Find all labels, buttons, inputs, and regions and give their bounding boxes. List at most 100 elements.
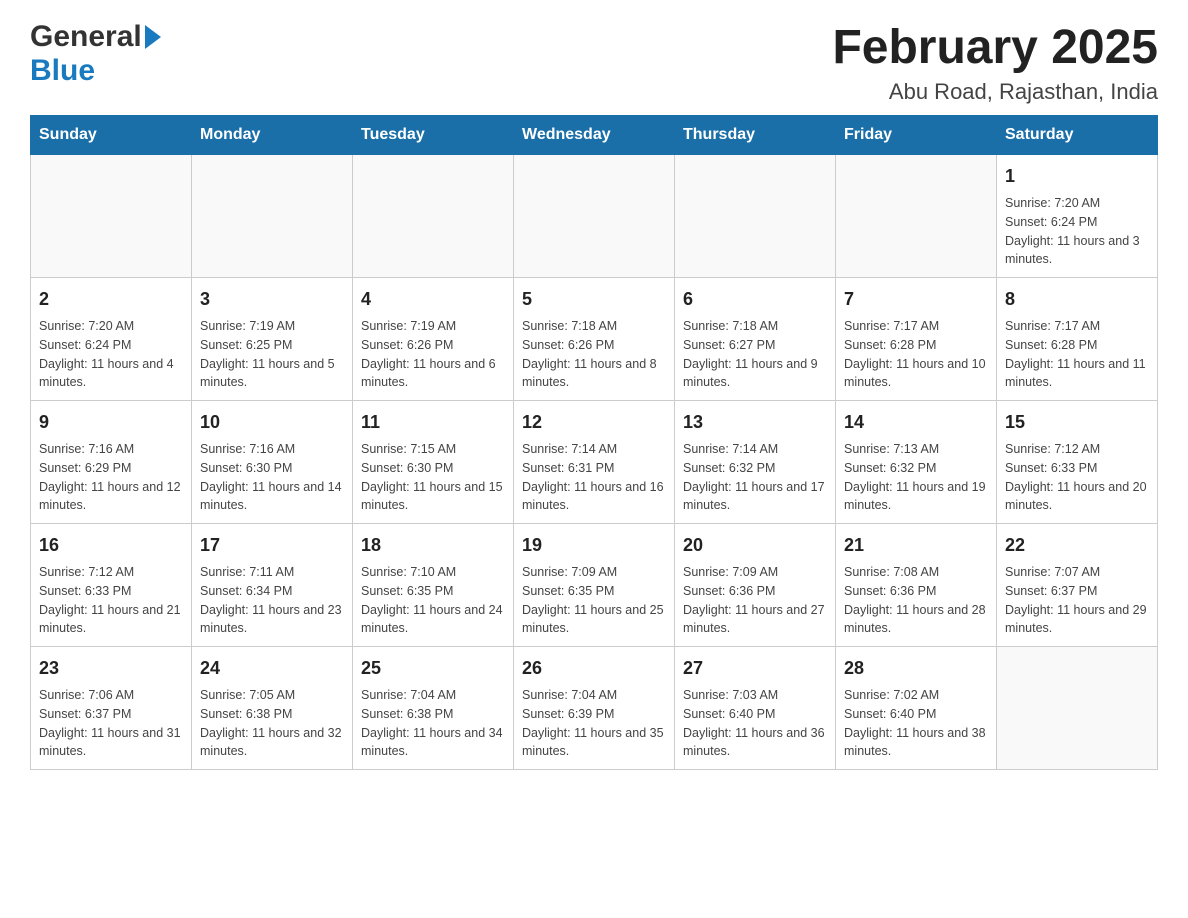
calendar-day: 12 Sunrise: 7:14 AMSunset: 6:31 PMDayligh…	[514, 401, 675, 524]
logo-blue-text: Blue	[30, 54, 95, 88]
day-number: 17	[200, 532, 344, 559]
calendar-day: 14 Sunrise: 7:13 AMSunset: 6:32 PMDayligh…	[836, 401, 997, 524]
day-info: Sunrise: 7:03 AMSunset: 6:40 PMDaylight:…	[683, 686, 827, 761]
logo-arrow-icon	[145, 25, 161, 49]
day-info: Sunrise: 7:20 AMSunset: 6:24 PMDaylight:…	[1005, 194, 1149, 269]
day-info: Sunrise: 7:14 AMSunset: 6:32 PMDaylight:…	[683, 440, 827, 515]
calendar-day: 18Sunrise: 7:10 AMSunset: 6:35 PMDayligh…	[353, 524, 514, 647]
day-header-wednesday: Wednesday	[514, 116, 675, 155]
day-number: 5	[522, 286, 666, 313]
day-info: Sunrise: 7:13 AMSunset: 6:32 PMDaylight:…	[844, 440, 988, 515]
calendar-day	[514, 155, 675, 278]
calendar-day	[353, 155, 514, 278]
day-number: 24	[200, 655, 344, 682]
calendar-day: 19 Sunrise: 7:09 AMSunset: 6:35 PMDayligh…	[514, 524, 675, 647]
day-info: Sunrise: 7:06 AMSunset: 6:37 PMDaylight:…	[39, 686, 183, 761]
day-info: Sunrise: 7:08 AMSunset: 6:36 PMDaylight:…	[844, 563, 988, 638]
calendar-day: 24 Sunrise: 7:05 AMSunset: 6:38 PMDayligh…	[192, 647, 353, 770]
calendar-day: 5 Sunrise: 7:18 AMSunset: 6:26 PMDaylight…	[514, 278, 675, 401]
calendar-day: 15Sunrise: 7:12 AMSunset: 6:33 PMDayligh…	[997, 401, 1158, 524]
day-number: 1	[1005, 163, 1149, 190]
day-number: 26	[522, 655, 666, 682]
day-number: 21	[844, 532, 988, 559]
day-info: Sunrise: 7:18 AMSunset: 6:26 PMDaylight:…	[522, 317, 666, 392]
day-info: Sunrise: 7:04 AMSunset: 6:38 PMDaylight:…	[361, 686, 505, 761]
day-info: Sunrise: 7:04 AMSunset: 6:39 PMDaylight:…	[522, 686, 666, 761]
day-number: 6	[683, 286, 827, 313]
day-number: 25	[361, 655, 505, 682]
calendar-day: 16 Sunrise: 7:12 AMSunset: 6:33 PMDayligh…	[31, 524, 192, 647]
day-info: Sunrise: 7:18 AMSunset: 6:27 PMDaylight:…	[683, 317, 827, 392]
calendar-header: SundayMondayTuesdayWednesdayThursdayFrid…	[31, 116, 1158, 155]
day-info: Sunrise: 7:14 AMSunset: 6:31 PMDaylight:…	[522, 440, 666, 515]
day-info: Sunrise: 7:12 AMSunset: 6:33 PMDaylight:…	[39, 563, 183, 638]
day-number: 19	[522, 532, 666, 559]
day-number: 12	[522, 409, 666, 436]
day-header-friday: Friday	[836, 116, 997, 155]
calendar-subtitle: Abu Road, Rajasthan, India	[832, 79, 1158, 105]
day-header-sunday: Sunday	[31, 116, 192, 155]
calendar-day: 26 Sunrise: 7:04 AMSunset: 6:39 PMDayligh…	[514, 647, 675, 770]
calendar-title: February 2025	[832, 20, 1158, 75]
calendar-day: 13 Sunrise: 7:14 AMSunset: 6:32 PMDayligh…	[675, 401, 836, 524]
calendar-day: 10Sunrise: 7:16 AMSunset: 6:30 PMDayligh…	[192, 401, 353, 524]
day-number: 28	[844, 655, 988, 682]
calendar-day: 22Sunrise: 7:07 AMSunset: 6:37 PMDayligh…	[997, 524, 1158, 647]
day-info: Sunrise: 7:11 AMSunset: 6:34 PMDaylight:…	[200, 563, 344, 638]
day-number: 9	[39, 409, 183, 436]
day-header-monday: Monday	[192, 116, 353, 155]
calendar-day: 17 Sunrise: 7:11 AMSunset: 6:34 PMDayligh…	[192, 524, 353, 647]
day-info: Sunrise: 7:09 AMSunset: 6:35 PMDaylight:…	[522, 563, 666, 638]
day-number: 16	[39, 532, 183, 559]
day-info: Sunrise: 7:17 AMSunset: 6:28 PMDaylight:…	[844, 317, 988, 392]
day-number: 20	[683, 532, 827, 559]
calendar-day	[997, 647, 1158, 770]
days-of-week-row: SundayMondayTuesdayWednesdayThursdayFrid…	[31, 116, 1158, 155]
logo-general-text: General	[30, 20, 142, 54]
calendar-day: 21 Sunrise: 7:08 AMSunset: 6:36 PMDayligh…	[836, 524, 997, 647]
calendar-day: 20 Sunrise: 7:09 AMSunset: 6:36 PMDayligh…	[675, 524, 836, 647]
week-row: 16 Sunrise: 7:12 AMSunset: 6:33 PMDayligh…	[31, 524, 1158, 647]
calendar-day	[836, 155, 997, 278]
day-info: Sunrise: 7:20 AMSunset: 6:24 PMDaylight:…	[39, 317, 183, 392]
page-header: General Blue February 2025 Abu Road, Raj…	[30, 20, 1158, 105]
day-header-saturday: Saturday	[997, 116, 1158, 155]
title-area: February 2025 Abu Road, Rajasthan, India	[832, 20, 1158, 105]
calendar-table: SundayMondayTuesdayWednesdayThursdayFrid…	[30, 115, 1158, 770]
day-info: Sunrise: 7:19 AMSunset: 6:26 PMDaylight:…	[361, 317, 505, 392]
day-number: 11	[361, 409, 505, 436]
week-row: 23 Sunrise: 7:06 AMSunset: 6:37 PMDayligh…	[31, 647, 1158, 770]
calendar-day: 28 Sunrise: 7:02 AMSunset: 6:40 PMDayligh…	[836, 647, 997, 770]
calendar-day: 7 Sunrise: 7:17 AMSunset: 6:28 PMDaylight…	[836, 278, 997, 401]
day-info: Sunrise: 7:07 AMSunset: 6:37 PMDaylight:…	[1005, 563, 1149, 638]
calendar-body: 1 Sunrise: 7:20 AMSunset: 6:24 PMDaylight…	[31, 155, 1158, 770]
calendar-day: 8Sunrise: 7:17 AMSunset: 6:28 PMDaylight…	[997, 278, 1158, 401]
day-number: 18	[361, 532, 505, 559]
calendar-day	[31, 155, 192, 278]
day-number: 23	[39, 655, 183, 682]
calendar-day: 4 Sunrise: 7:19 AMSunset: 6:26 PMDaylight…	[353, 278, 514, 401]
day-number: 13	[683, 409, 827, 436]
week-row: 9Sunrise: 7:16 AMSunset: 6:29 PMDaylight…	[31, 401, 1158, 524]
calendar-day: 23 Sunrise: 7:06 AMSunset: 6:37 PMDayligh…	[31, 647, 192, 770]
calendar-day: 9Sunrise: 7:16 AMSunset: 6:29 PMDaylight…	[31, 401, 192, 524]
day-info: Sunrise: 7:09 AMSunset: 6:36 PMDaylight:…	[683, 563, 827, 638]
day-header-thursday: Thursday	[675, 116, 836, 155]
day-info: Sunrise: 7:17 AMSunset: 6:28 PMDaylight:…	[1005, 317, 1149, 392]
day-number: 14	[844, 409, 988, 436]
day-number: 3	[200, 286, 344, 313]
day-info: Sunrise: 7:19 AMSunset: 6:25 PMDaylight:…	[200, 317, 344, 392]
week-row: 1 Sunrise: 7:20 AMSunset: 6:24 PMDaylight…	[31, 155, 1158, 278]
day-number: 4	[361, 286, 505, 313]
day-number: 2	[39, 286, 183, 313]
calendar-day: 2 Sunrise: 7:20 AMSunset: 6:24 PMDaylight…	[31, 278, 192, 401]
day-number: 7	[844, 286, 988, 313]
day-info: Sunrise: 7:05 AMSunset: 6:38 PMDaylight:…	[200, 686, 344, 761]
calendar-day: 11 Sunrise: 7:15 AMSunset: 6:30 PMDayligh…	[353, 401, 514, 524]
calendar-day: 3 Sunrise: 7:19 AMSunset: 6:25 PMDaylight…	[192, 278, 353, 401]
calendar-day: 1 Sunrise: 7:20 AMSunset: 6:24 PMDaylight…	[997, 155, 1158, 278]
day-info: Sunrise: 7:02 AMSunset: 6:40 PMDaylight:…	[844, 686, 988, 761]
calendar-day: 25 Sunrise: 7:04 AMSunset: 6:38 PMDayligh…	[353, 647, 514, 770]
week-row: 2 Sunrise: 7:20 AMSunset: 6:24 PMDaylight…	[31, 278, 1158, 401]
day-info: Sunrise: 7:15 AMSunset: 6:30 PMDaylight:…	[361, 440, 505, 515]
